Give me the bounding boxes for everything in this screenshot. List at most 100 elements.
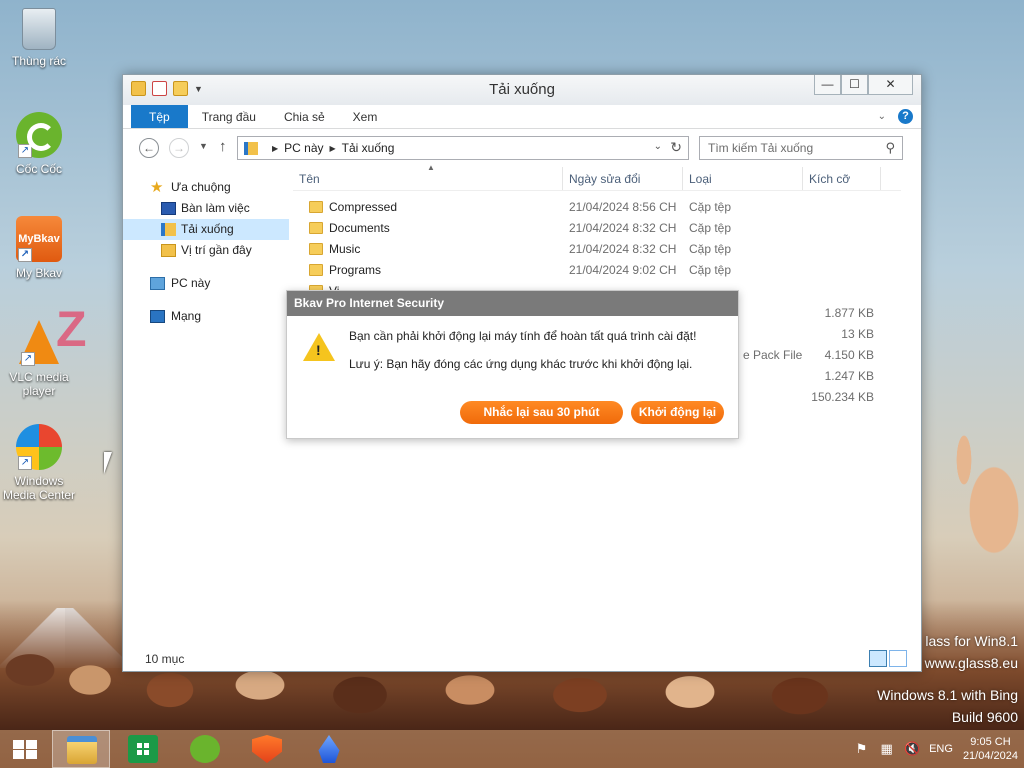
column-date-modified[interactable]: Ngày sửa đổi bbox=[563, 167, 683, 190]
refresh-icon[interactable]: ↻ bbox=[670, 139, 682, 156]
network-status-icon[interactable]: ▦ bbox=[879, 742, 894, 756]
navigation-bar: ← → ▼ ↑ ▶ PC này ▶ Tải xuống ⌄ ↻ Tìm kiế… bbox=[123, 129, 921, 167]
folder-icon bbox=[309, 243, 323, 255]
nav-label: Ưa chuộng bbox=[171, 180, 231, 194]
glass8-watermark: lass for Win8.1 www.glass8.eu bbox=[925, 630, 1018, 674]
recent-locations-icon[interactable]: ▼ bbox=[199, 141, 208, 151]
title-bar[interactable]: ▼ Tải xuống — ☐ ✕ bbox=[123, 75, 921, 105]
system-tray: ⚑ ▦ 🔇 ENG 9:05 CH 21/04/2024 bbox=[854, 730, 1018, 768]
file-size: 150.234 KB bbox=[811, 390, 874, 404]
file-size bbox=[803, 239, 881, 260]
desktop-icon-label: VLC media player bbox=[9, 370, 69, 398]
search-icon[interactable]: ⚲ bbox=[885, 137, 895, 159]
input-language[interactable]: ENG bbox=[929, 743, 953, 755]
bkav-shield-icon bbox=[252, 735, 282, 763]
desktop-icon-vlc[interactable]: ↗ VLC media player bbox=[1, 320, 77, 398]
restart-now-button[interactable]: Khởi động lại bbox=[631, 401, 724, 424]
address-bar[interactable]: ▶ PC này ▶ Tải xuống ⌄ ↻ bbox=[237, 136, 689, 160]
windows-media-center-icon: ↗ bbox=[16, 424, 62, 470]
warning-exclamation: ! bbox=[316, 342, 321, 358]
nav-network[interactable]: Mạng bbox=[123, 306, 289, 327]
file-rows: Compressed 21/04/2024 8:56 CH Cặp tệp Do… bbox=[293, 191, 901, 302]
nav-desktop[interactable]: Bàn làm việc bbox=[123, 198, 289, 219]
action-center-flag-icon[interactable]: ⚑ bbox=[854, 742, 869, 756]
mybkav-logo-text: MyBkav bbox=[18, 233, 60, 245]
address-dropdown-icon[interactable]: ⌄ bbox=[654, 141, 662, 152]
breadcrumb-pc[interactable]: PC này bbox=[284, 141, 323, 155]
clock-time: 9:05 CH bbox=[970, 736, 1011, 748]
build-line: Build 9600 bbox=[951, 709, 1018, 725]
desktop-icon-coccoc[interactable]: ↗ Cốc Cốc bbox=[1, 112, 77, 176]
desktop-icon-mybkav[interactable]: MyBkav ↗ My Bkav bbox=[1, 216, 77, 280]
table-row[interactable]: Programs 21/04/2024 9:02 CH Cặp tệp bbox=[293, 260, 901, 281]
desktop-icon-label: Cốc Cốc bbox=[15, 162, 62, 176]
column-type[interactable]: Loại bbox=[683, 167, 803, 190]
file-size bbox=[803, 218, 881, 239]
mouse-cursor-icon bbox=[104, 452, 112, 474]
breadcrumb-separator-icon[interactable]: ▶ bbox=[272, 144, 278, 153]
dialog-note: Lưu ý: Bạn hãy đóng các ứng dụng khác tr… bbox=[349, 357, 693, 371]
file-type: Cặp tệp bbox=[689, 242, 732, 256]
ribbon-tabs: Tệp Trang đầu Chia sẻ Xem ⌄ ? bbox=[123, 105, 921, 129]
help-icon[interactable]: ? bbox=[898, 109, 913, 124]
breadcrumb-separator-icon[interactable]: ▶ bbox=[330, 144, 336, 153]
tab-home[interactable]: Trang đầu bbox=[188, 105, 270, 128]
desktop-icon-label: My Bkav bbox=[15, 266, 62, 280]
downloads-icon bbox=[161, 223, 176, 236]
taskbar-app[interactable] bbox=[300, 730, 358, 768]
maximize-button[interactable]: ☐ bbox=[841, 75, 868, 95]
remind-later-button[interactable]: Nhắc lại sau 30 phút bbox=[460, 401, 623, 424]
nav-label: Bàn làm việc bbox=[181, 201, 250, 215]
taskbar-store[interactable] bbox=[114, 730, 172, 768]
file-type: Cặp tệp bbox=[689, 221, 732, 235]
nav-favorites[interactable]: ★ Ưa chuộng bbox=[123, 177, 289, 198]
column-size[interactable]: Kích cỡ bbox=[803, 167, 881, 190]
nav-this-pc[interactable]: PC này bbox=[123, 273, 289, 294]
folder-icon bbox=[309, 201, 323, 213]
expand-ribbon-icon[interactable]: ⌄ bbox=[878, 111, 886, 122]
shortcut-arrow-icon: ↗ bbox=[18, 248, 32, 262]
dialog-title[interactable]: Bkav Pro Internet Security bbox=[287, 291, 738, 316]
taskbar-bkav[interactable] bbox=[238, 730, 296, 768]
volume-muted-icon[interactable]: 🔇 bbox=[904, 742, 920, 756]
watermark-line: www.glass8.eu bbox=[924, 655, 1018, 671]
taskbar-coccoc[interactable] bbox=[176, 730, 234, 768]
tab-file[interactable]: Tệp bbox=[131, 105, 188, 128]
up-button[interactable]: ↑ bbox=[219, 138, 227, 155]
nav-downloads[interactable]: Tải xuống bbox=[123, 219, 289, 240]
large-icons-view-button[interactable] bbox=[889, 650, 907, 667]
file-type: Cặp tệp bbox=[689, 263, 732, 277]
start-button[interactable] bbox=[0, 730, 50, 768]
build-watermark: Windows 8.1 with Bing Build 9600 bbox=[877, 684, 1018, 728]
tab-view[interactable]: Xem bbox=[339, 105, 392, 128]
forward-button[interactable]: → bbox=[169, 138, 189, 158]
details-view-button[interactable] bbox=[869, 650, 887, 667]
desktop-icon-recycle-bin[interactable]: Thùng rác bbox=[1, 8, 77, 68]
shortcut-arrow-icon: ↗ bbox=[18, 144, 32, 158]
network-icon bbox=[150, 310, 165, 323]
sort-ascending-icon: ▲ bbox=[427, 163, 435, 172]
status-bar: 10 mục bbox=[123, 647, 921, 671]
nav-label: Vị trí gần đây bbox=[181, 243, 252, 257]
table-row[interactable]: Music 21/04/2024 8:32 CH Cặp tệp bbox=[293, 239, 901, 260]
table-row[interactable]: Documents 21/04/2024 8:32 CH Cặp tệp bbox=[293, 218, 901, 239]
taskbar-file-explorer[interactable] bbox=[52, 730, 110, 768]
clock[interactable]: 9:05 CH 21/04/2024 bbox=[963, 735, 1018, 763]
file-date: 21/04/2024 8:32 CH bbox=[569, 221, 677, 235]
file-name: Documents bbox=[329, 221, 390, 235]
search-input[interactable]: Tìm kiếm Tải xuống ⚲ bbox=[699, 136, 903, 160]
nav-recent-places[interactable]: Vị trí gần đây bbox=[123, 240, 289, 261]
minimize-button[interactable]: — bbox=[814, 75, 841, 95]
restart-dialog: Bkav Pro Internet Security ! Bạn cần phả… bbox=[286, 290, 739, 439]
close-button[interactable]: ✕ bbox=[868, 75, 913, 95]
desktop-icon-media-center[interactable]: ↗ Windows Media Center bbox=[1, 424, 77, 502]
clock-date: 21/04/2024 bbox=[962, 750, 1018, 762]
shortcut-arrow-icon: ↗ bbox=[21, 352, 35, 366]
breadcrumb-current[interactable]: Tải xuống bbox=[342, 141, 395, 155]
file-name: Programs bbox=[329, 263, 382, 277]
search-placeholder: Tìm kiếm Tải xuống bbox=[708, 141, 814, 155]
tab-share[interactable]: Chia sẻ bbox=[270, 105, 339, 128]
back-button[interactable]: ← bbox=[139, 138, 159, 158]
table-row[interactable]: Compressed 21/04/2024 8:56 CH Cặp tệp bbox=[293, 197, 901, 218]
file-date: 21/04/2024 9:02 CH bbox=[569, 263, 677, 277]
